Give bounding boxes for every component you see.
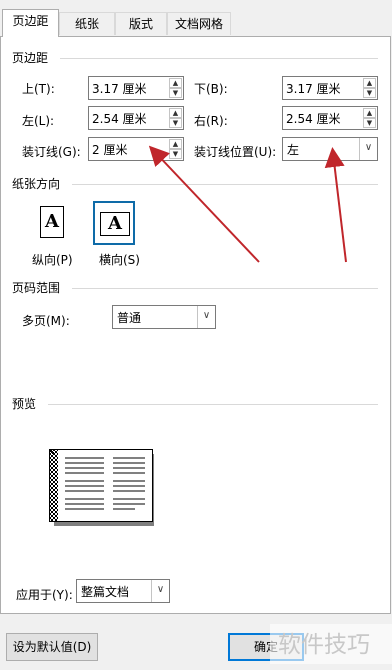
spin-down-icon[interactable]: ▼ [169, 88, 182, 98]
spin-down-icon[interactable]: ▼ [169, 118, 182, 128]
bottom-margin-spinner[interactable]: 3.17 厘米 ▲ ▼ [282, 76, 378, 100]
divider [72, 288, 378, 289]
divider [72, 184, 378, 185]
gutter-spinner[interactable]: 2 厘米 ▲ ▼ [88, 137, 184, 161]
spin-up-icon[interactable]: ▲ [169, 108, 182, 118]
left-margin-value[interactable]: 2.54 厘米 [92, 110, 147, 127]
spin-up-icon[interactable]: ▲ [169, 78, 182, 88]
divider [48, 404, 378, 405]
pages-section-title: 页码范围 [12, 281, 61, 295]
landscape-option[interactable]: A [93, 201, 135, 245]
portrait-option[interactable]: A [32, 201, 74, 245]
top-margin-value[interactable]: 3.17 厘米 [92, 80, 147, 97]
spin-down-icon[interactable]: ▼ [363, 88, 376, 98]
portrait-label: 纵向(P) [32, 253, 73, 267]
chevron-down-icon[interactable]: ∨ [359, 138, 377, 160]
watermark-text: 软件技巧 [278, 632, 370, 658]
tab-bar: 页边距 纸张 版式 文档网格 [0, 0, 392, 37]
right-margin-value[interactable]: 2.54 厘米 [286, 110, 341, 127]
top-margin-label: 上(T): [22, 82, 55, 96]
bottom-margin-label: 下(B): [194, 82, 228, 96]
tab-grid[interactable]: 文档网格 [167, 12, 231, 35]
spin-up-icon[interactable]: ▲ [169, 139, 182, 149]
tab-margins[interactable]: 页边距 [2, 9, 59, 37]
spin-up-icon[interactable]: ▲ [363, 78, 376, 88]
chevron-down-icon[interactable]: ∨ [151, 580, 169, 602]
landscape-label: 横向(S) [99, 253, 140, 267]
gutter-label: 装订线(G): [22, 145, 81, 159]
set-default-button[interactable]: 设为默认值(D) [6, 633, 98, 661]
preview-section-title: 预览 [12, 397, 37, 411]
page-preview [49, 449, 153, 522]
spin-down-icon[interactable]: ▼ [169, 149, 182, 159]
divider [60, 58, 378, 59]
gutter-position-select[interactable]: 左 ∨ [282, 137, 378, 161]
gutter-position-label: 装订线位置(U): [194, 145, 277, 159]
right-margin-label: 右(R): [194, 114, 228, 128]
tab-layout[interactable]: 版式 [115, 12, 167, 35]
apply-to-select[interactable]: 整篇文档 ∨ [76, 579, 170, 603]
tab-paper[interactable]: 纸张 [59, 12, 115, 35]
left-margin-label: 左(L): [22, 114, 55, 128]
portrait-page-icon: A [40, 206, 64, 238]
left-margin-spinner[interactable]: 2.54 厘米 ▲ ▼ [88, 106, 184, 130]
multiple-pages-select[interactable]: 普通 ∨ [112, 305, 216, 329]
multiple-pages-value: 普通 [117, 311, 142, 325]
gutter-position-value: 左 [287, 143, 300, 157]
right-margin-spinner[interactable]: 2.54 厘米 ▲ ▼ [282, 106, 378, 130]
chevron-down-icon[interactable]: ∨ [197, 306, 215, 328]
spin-up-icon[interactable]: ▲ [363, 108, 376, 118]
margins-section-title: 页边距 [12, 51, 49, 65]
gutter-value[interactable]: 2 厘米 [92, 141, 127, 158]
multiple-pages-label: 多页(M): [22, 314, 70, 328]
apply-to-value: 整篇文档 [81, 585, 130, 599]
top-margin-spinner[interactable]: 3.17 厘米 ▲ ▼ [88, 76, 184, 100]
landscape-page-icon: A [100, 212, 130, 236]
apply-to-label: 应用于(Y): [16, 588, 73, 602]
bottom-margin-value[interactable]: 3.17 厘米 [286, 80, 341, 97]
spin-down-icon[interactable]: ▼ [363, 118, 376, 128]
orientation-section-title: 纸张方向 [12, 177, 61, 191]
